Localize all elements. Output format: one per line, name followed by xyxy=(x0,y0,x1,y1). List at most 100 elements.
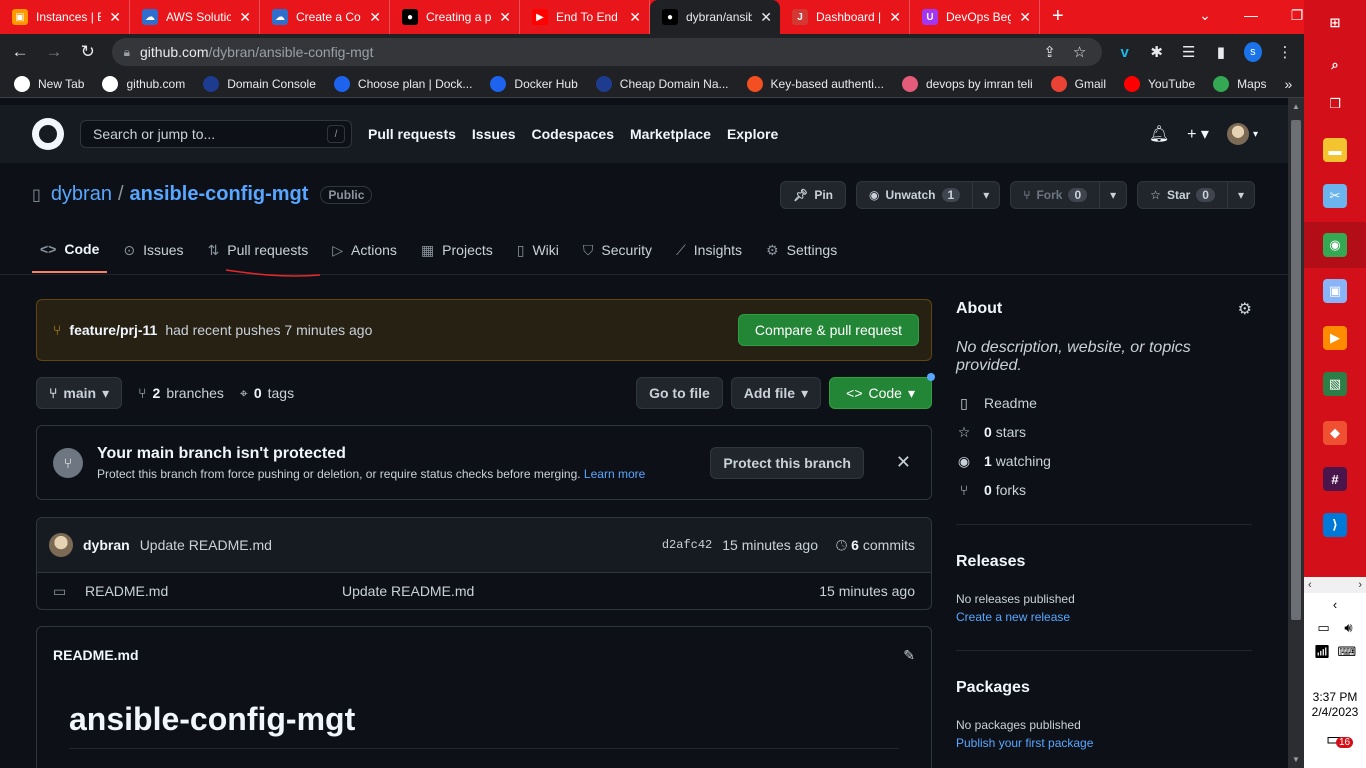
taskbar-app[interactable]: # xyxy=(1304,456,1366,502)
global-nav-marketplace[interactable]: Marketplace xyxy=(630,126,711,142)
add-file-button[interactable]: Add file ▾ xyxy=(730,377,822,409)
browser-tab[interactable]: ● Creating a pull ✕ xyxy=(390,0,520,34)
bookmark-item[interactable]: Docker Hub xyxy=(490,75,578,92)
side-panel-icon[interactable]: ▮ xyxy=(1212,43,1230,61)
tab-projects[interactable]: ▦ Projects xyxy=(413,235,501,273)
close-icon[interactable]: ✕ xyxy=(1019,9,1031,26)
battery-icon[interactable]: ▭ xyxy=(1317,620,1329,636)
github-logo-icon[interactable] xyxy=(32,118,64,150)
reading-list-icon[interactable]: ☰ xyxy=(1180,43,1198,61)
forks-link[interactable]: ⑂ 0 forks xyxy=(956,482,1252,498)
code-button[interactable]: <> Code ▾ xyxy=(829,373,935,409)
browser-tab[interactable]: U DevOps Beginners ✕ xyxy=(910,0,1040,34)
bookmark-item[interactable]: devops by imran teli xyxy=(901,75,1033,92)
close-icon[interactable]: ✕ xyxy=(889,9,901,26)
language-icon[interactable]: ⌨︎ xyxy=(1338,644,1357,660)
bookmark-item[interactable]: New Tab xyxy=(14,75,84,92)
browser-tab[interactable]: J Dashboard | Jenkins ✕ xyxy=(780,0,910,34)
taskbar-app[interactable]: ▣ xyxy=(1304,268,1366,314)
vimeo-extension-icon[interactable]: v xyxy=(1116,44,1134,61)
close-icon[interactable]: ✕ xyxy=(109,9,121,26)
bookmark-star-icon[interactable]: ☆ xyxy=(1070,43,1090,61)
minimize-button[interactable]: — xyxy=(1228,0,1274,34)
volume-icon[interactable]: 🔊︎ xyxy=(1344,620,1352,636)
publish-package-link[interactable]: Publish your first package xyxy=(956,736,1252,750)
browser-tab[interactable]: ▶ End To End DevOps ✕ xyxy=(520,0,650,34)
gear-icon[interactable]: ⚙ xyxy=(1238,299,1252,319)
bookmark-item[interactable]: Domain Console xyxy=(203,75,316,92)
taskbar-app[interactable]: ▧ xyxy=(1304,361,1366,407)
bookmark-item[interactable]: Maps xyxy=(1213,75,1267,92)
taskbar-app[interactable]: ⟩ xyxy=(1304,502,1366,548)
global-nav-explore[interactable]: Explore xyxy=(727,126,778,142)
pin-button[interactable]: 📌︎ Pin xyxy=(780,181,847,209)
fork-dropdown-button[interactable]: ▾ xyxy=(1100,181,1128,209)
bookmark-item[interactable]: Gmail xyxy=(1050,75,1106,92)
user-menu[interactable]: ▾ xyxy=(1226,123,1258,145)
close-icon[interactable]: ✕ xyxy=(896,452,911,473)
file-name-link[interactable]: README.md xyxy=(85,583,342,599)
back-icon[interactable]: ← xyxy=(10,42,30,62)
scroll-down-icon[interactable]: ▼ xyxy=(1292,755,1300,764)
global-nav-issues[interactable]: Issues xyxy=(472,126,516,142)
bookmark-item[interactable]: github.com xyxy=(102,75,185,92)
watch-dropdown-button[interactable]: ▾ xyxy=(973,181,1001,209)
notifications-icon[interactable]: ▭ 16 xyxy=(1326,729,1354,750)
bookmark-item[interactable]: Choose plan | Dock... xyxy=(333,75,472,92)
close-icon[interactable]: ✕ xyxy=(499,9,511,26)
chrome-menu-icon[interactable]: ⋮ xyxy=(1276,43,1294,61)
create-new-icon[interactable]: + ▾ xyxy=(1187,124,1209,144)
bookmark-item[interactable]: YouTube xyxy=(1124,75,1195,92)
repo-owner-link[interactable]: dybran xyxy=(51,183,112,206)
commits-link[interactable]: 🕓︎ 6 commits xyxy=(836,537,915,554)
packages-title[interactable]: Packages xyxy=(956,679,1252,697)
tab-search-button[interactable]: ⌄ xyxy=(1182,0,1228,34)
scroll-up-icon[interactable]: ▲ xyxy=(1292,102,1300,111)
bookmark-item[interactable]: Key-based authenti... xyxy=(746,75,884,92)
notifications-bell-icon[interactable]: 🔔︎ xyxy=(1149,124,1169,144)
file-commit-message-link[interactable]: Update README.md xyxy=(342,583,474,599)
watching-link[interactable]: ◉ 1 watching xyxy=(956,453,1252,470)
reload-icon[interactable]: ↻ xyxy=(78,42,98,62)
tab-actions[interactable]: ▷ Actions xyxy=(324,235,405,273)
unwatch-button[interactable]: ◉ Unwatch 1 xyxy=(856,181,974,209)
compare-pull-request-button[interactable]: Compare & pull request xyxy=(737,314,919,346)
taskbar-app[interactable]: ❐ xyxy=(1304,81,1366,127)
tags-link[interactable]: ⌖ 0 tags xyxy=(240,385,294,402)
star-button[interactable]: ☆ Star 0 xyxy=(1137,181,1228,209)
share-icon[interactable]: ⇪ xyxy=(1040,43,1060,61)
taskbar-app[interactable]: ◉ xyxy=(1304,222,1366,268)
show-hidden-icons-icon[interactable]: ‹ xyxy=(1333,597,1337,612)
taskbar-app[interactable]: ▬ xyxy=(1304,127,1366,173)
close-icon[interactable]: ✕ xyxy=(629,9,641,26)
tab-settings[interactable]: ⚙ Settings xyxy=(758,235,845,273)
commit-sha[interactable]: d2afc42 xyxy=(662,538,712,552)
create-release-link[interactable]: Create a new release xyxy=(956,610,1252,624)
taskbar-app[interactable]: ✂ xyxy=(1304,173,1366,219)
edit-pencil-icon[interactable]: ✎ xyxy=(903,647,915,664)
browser-tab[interactable]: ● dybran/ansible-config-mgt ✕ xyxy=(650,0,780,34)
go-to-file-button[interactable]: Go to file xyxy=(636,377,723,409)
star-dropdown-button[interactable]: ▾ xyxy=(1227,181,1255,209)
scrollbar-thumb[interactable] xyxy=(1291,120,1301,620)
browser-tab[interactable]: ☁ Create a Co ✕ xyxy=(260,0,390,34)
taskbar-scroll[interactable]: ‹ › xyxy=(1304,577,1366,593)
taskbar-app[interactable]: ⊞ xyxy=(1304,0,1366,46)
global-nav-codespaces[interactable]: Codespaces xyxy=(532,126,614,142)
tab-insights[interactable]: ⟋ Insights xyxy=(668,235,750,273)
taskbar-app[interactable]: ▶ xyxy=(1304,315,1366,361)
readme-link[interactable]: ▯ Readme xyxy=(956,395,1252,412)
page-scrollbar[interactable]: ▲ ▼ xyxy=(1288,98,1304,768)
forward-icon[interactable]: → xyxy=(44,42,64,62)
stars-link[interactable]: ☆ 0 stars xyxy=(956,424,1252,441)
wifi-icon[interactable]: 📶︎ xyxy=(1314,644,1331,660)
branch-select-button[interactable]: ⑂ main ▾ xyxy=(36,377,123,409)
protect-branch-button[interactable]: Protect this branch xyxy=(710,446,864,479)
commit-message[interactable]: Update README.md xyxy=(140,537,272,553)
fork-button[interactable]: ⑂ Fork 0 xyxy=(1010,181,1101,209)
learn-more-link[interactable]: Learn more xyxy=(584,467,645,481)
browser-tab[interactable]: ▣ Instances | EC2 ✕ xyxy=(0,0,130,34)
tab-issues[interactable]: ⊙ Issues xyxy=(115,235,191,273)
chevron-right-icon[interactable]: › xyxy=(1358,579,1362,591)
close-icon[interactable]: ✕ xyxy=(369,9,381,26)
